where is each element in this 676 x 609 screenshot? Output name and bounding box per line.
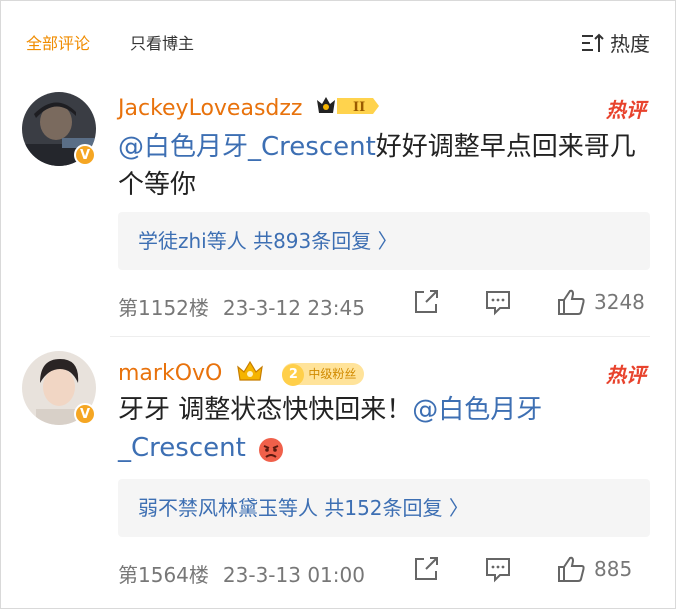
fan-level-badge: 2 中级粉丝 xyxy=(282,363,365,386)
comment-icon xyxy=(486,558,510,583)
reply-button[interactable] xyxy=(484,288,512,316)
comment-tabs: 全部评论 只看博主 热度 xyxy=(0,0,676,78)
hot-comment-badge: 热评 xyxy=(606,363,646,387)
comment-item: V markOvO 2 中级粉丝 热评 牙牙 调整状态快快回来！@白色月牙_Cre… xyxy=(0,337,676,607)
comment-meta: 第1564楼 23-3-13 01:00 885 xyxy=(118,555,650,589)
mention-link[interactable]: @白色月牙_Crescent xyxy=(118,132,376,162)
verified-badge-icon: V xyxy=(74,144,96,166)
thumbs-up-icon xyxy=(558,556,585,582)
fan-level-number: 2 xyxy=(282,364,305,386)
username[interactable]: markOvO xyxy=(118,361,222,386)
like-button[interactable]: 3248 xyxy=(556,288,645,316)
floor-number: 第1152楼 xyxy=(118,296,209,320)
crown-badge-icon xyxy=(235,359,265,389)
share-button[interactable] xyxy=(412,555,440,583)
comment-text: 牙牙 调整状态快快回来！@白色月牙_Crescent xyxy=(118,391,646,467)
like-count: 3248 xyxy=(594,290,645,314)
comment-text: @白色月牙_Crescent好好调整早点回来哥几个等你 xyxy=(118,128,646,204)
fan-level-label: 中级粉丝 xyxy=(308,367,357,381)
share-icon xyxy=(415,557,438,580)
comment-date: 23-3-13 01:00 xyxy=(222,563,365,587)
sort-icon xyxy=(582,33,604,52)
share-button[interactable] xyxy=(412,288,440,316)
hot-comment-badge: 热评 xyxy=(606,98,646,122)
reply-button[interactable] xyxy=(484,555,512,583)
thumbs-up-icon xyxy=(558,289,585,315)
sort-button[interactable]: 热度 xyxy=(580,28,650,57)
sort-label: 热度 xyxy=(610,32,650,56)
replies-link[interactable]: 弱不禁风林黛玉等人 共152条回复 〉 xyxy=(118,479,650,537)
floor-number: 第1564楼 xyxy=(118,563,209,587)
rank-badge-icon: II xyxy=(315,94,381,124)
avatar[interactable]: V xyxy=(22,351,96,425)
comment-body: 牙牙 调整状态快快回来！ xyxy=(118,395,413,425)
verified-badge-icon: V xyxy=(74,403,96,425)
comment-icon xyxy=(486,291,510,316)
replies-link[interactable]: 学徒zhi等人 共893条回复 〉 xyxy=(118,212,650,270)
comment-date: 23-3-12 23:45 xyxy=(222,296,365,320)
like-count: 885 xyxy=(594,557,633,581)
comment-item: V JackeyLoveasdzz II 热评 @白色月牙_Crescent好好… xyxy=(0,78,676,336)
svg-text:II: II xyxy=(353,100,365,115)
like-button[interactable]: 885 xyxy=(556,555,632,583)
username[interactable]: JackeyLoveasdzz xyxy=(118,96,302,121)
tab-all-comments[interactable]: 全部评论 xyxy=(26,30,90,54)
avatar[interactable]: V xyxy=(22,92,96,166)
angry-face-emoji-icon xyxy=(258,436,284,462)
share-icon xyxy=(415,290,438,313)
comment-meta: 第1152楼 23-3-12 23:45 3248 xyxy=(118,288,650,322)
tab-blogger-only[interactable]: 只看博主 xyxy=(130,30,194,54)
